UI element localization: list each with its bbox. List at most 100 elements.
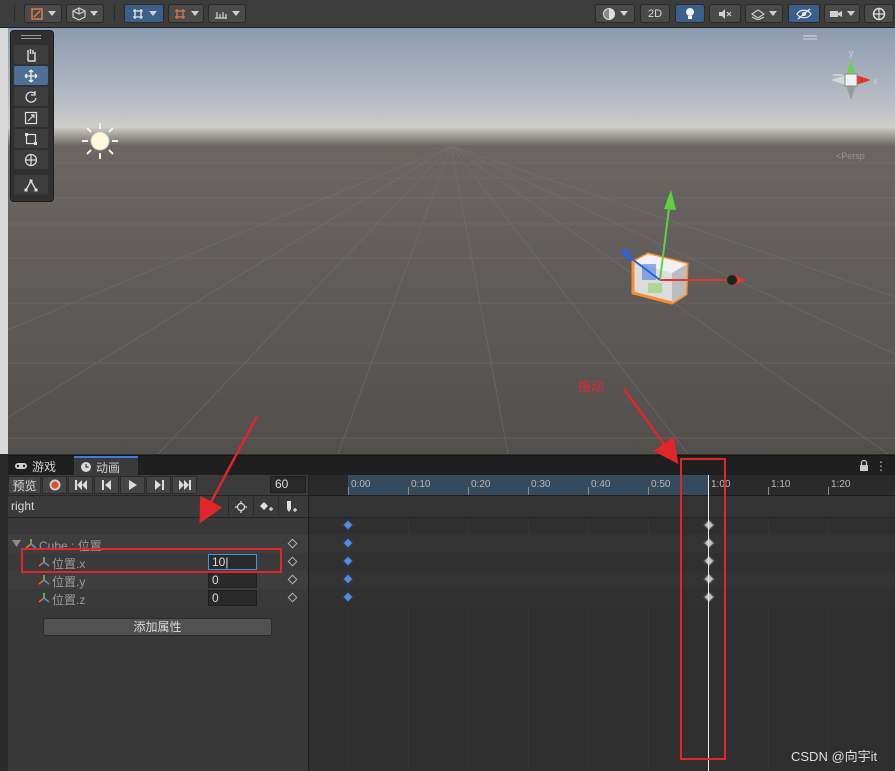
shading-mode-dropdown[interactable] [595,4,635,23]
add-event-button[interactable] [278,497,303,516]
rotate-tool-button[interactable] [14,87,48,106]
tab-game[interactable]: 游戏 [8,456,62,476]
directional-light-sun-icon[interactable] [82,123,118,159]
custom-tool-icon [24,179,38,191]
property-row-position-z[interactable]: 位置.z 0 [8,589,308,607]
timeline-row [309,553,895,571]
scene-tool-palette [10,30,54,202]
shaded-sphere-icon [603,7,615,20]
scale-icon [24,111,38,124]
lock-icon[interactable] [859,460,869,471]
gizmos-dropdown[interactable] [864,4,894,23]
animation-timeline[interactable]: 0:00 0:10 0:20 0:30 0:40 0:50 1:00 1:10 1:20 [309,475,895,771]
gizmo-globe-icon [872,7,886,20]
summary-keyframe-row[interactable] [309,496,895,518]
audio-mute-icon [719,8,732,19]
time-tick [408,487,409,495]
toolbar-separator [14,5,15,22]
gizmo-tool-dropdown[interactable] [24,4,62,23]
clip-selector-row: right [8,496,308,518]
tab-animation[interactable]: 动画 [74,456,138,476]
hidden-objects-toggle[interactable] [788,4,820,23]
grid-visibility-dropdown[interactable] [168,4,204,23]
transform-axes-icon [38,575,50,585]
add-keyframe-button[interactable] [253,497,278,516]
record-button[interactable] [42,476,67,494]
keyframe-diamond-icon[interactable] [287,574,298,585]
previous-keyframe-button[interactable] [94,476,119,494]
time-tick [348,487,349,495]
scale-tool-button[interactable] [14,108,48,127]
annotation-box-position-x [21,548,282,573]
tab-game-label: 游戏 [32,459,57,474]
2d-mode-button[interactable]: 2D [640,4,670,23]
transform-combined-icon [24,153,38,166]
cube-icon [72,6,86,21]
keyframe-diamond-icon[interactable] [287,592,298,603]
rect-transform-icon [25,132,37,145]
camera-icon [830,10,842,17]
move-arrows-icon [24,69,38,82]
gizmo-y-label: y [849,48,854,58]
scene-camera-dropdown[interactable] [824,4,860,23]
position-z-value-input[interactable]: 0 [208,590,257,606]
last-keyframe-button[interactable] [172,476,197,494]
transform-tool-button[interactable] [14,150,48,169]
preview-toggle-button[interactable]: 预览 [8,476,41,494]
cube-view-dropdown[interactable] [66,4,104,23]
hand-tool-button[interactable] [14,45,48,64]
timeline-row [309,535,895,553]
chevron-down-icon[interactable] [200,505,208,510]
scene-lighting-button[interactable] [675,4,705,23]
rect-tool-button[interactable] [14,129,48,148]
add-event-icon [287,500,297,512]
persp-label[interactable]: <Persp [836,151,865,161]
scene-toolbar: 2D [0,0,895,28]
time-tick-label: 0:40 [591,479,611,490]
add-property-button[interactable]: 添加属性 [43,618,272,636]
clip-selector-dropdown[interactable]: right [11,499,34,513]
collapse-triangle-icon[interactable] [12,540,21,547]
time-tick [768,487,769,495]
rotate-icon [25,90,37,103]
increment-snap-dropdown[interactable] [208,4,246,23]
keyframe-diamond-icon[interactable] [287,538,298,549]
annotation-drag-label: 拖动 [578,379,605,394]
skip-to-start-icon [74,480,87,490]
time-tick [528,487,529,495]
clock-icon [81,462,91,472]
keyframe-diamond-icon[interactable] [287,556,298,567]
play-icon [128,480,137,490]
timeline-row [309,571,895,589]
time-tick-label: 0:30 [531,479,551,490]
grid-snap-dropdown[interactable] [124,4,164,23]
filter-selected-button[interactable] [228,497,253,516]
custom-editor-tool-button[interactable] [14,175,48,194]
layers-effects-icon [751,8,765,20]
time-tick [468,487,469,495]
gizmo-x-label: x [873,76,878,86]
play-button[interactable] [120,476,145,494]
keyframe[interactable] [342,519,354,531]
property-label-position-z: 位置.z [52,593,86,607]
property-row-position-y[interactable]: 位置.y 0 [8,571,308,589]
timeline-row [309,589,895,607]
next-keyframe-button[interactable] [146,476,171,494]
csdn-watermark: CSDN @向宇it [791,749,878,764]
toolbar-separator [114,5,115,22]
window-edge [0,28,8,454]
scene-audio-button[interactable] [709,4,741,23]
more-options-icon[interactable]: ⋮ [875,459,887,473]
position-y-value-input[interactable]: 0 [208,572,257,588]
current-frame-input[interactable]: 60 [270,476,306,493]
time-ruler[interactable]: 0:00 0:10 0:20 0:30 0:40 0:50 1:00 1:10 1:20 [309,475,895,496]
playback-controls: 预览 60 [8,475,308,496]
time-tick [588,487,589,495]
record-icon [49,479,60,491]
effects-dropdown[interactable] [745,4,783,23]
panel-tab-bar: 游戏 动画 ⋮ [8,455,895,476]
move-tool-button[interactable] [14,66,48,85]
time-tick-label: 1:20 [831,479,851,490]
scene-view[interactable]: y x <Persp [8,28,895,454]
first-keyframe-button[interactable] [68,476,93,494]
